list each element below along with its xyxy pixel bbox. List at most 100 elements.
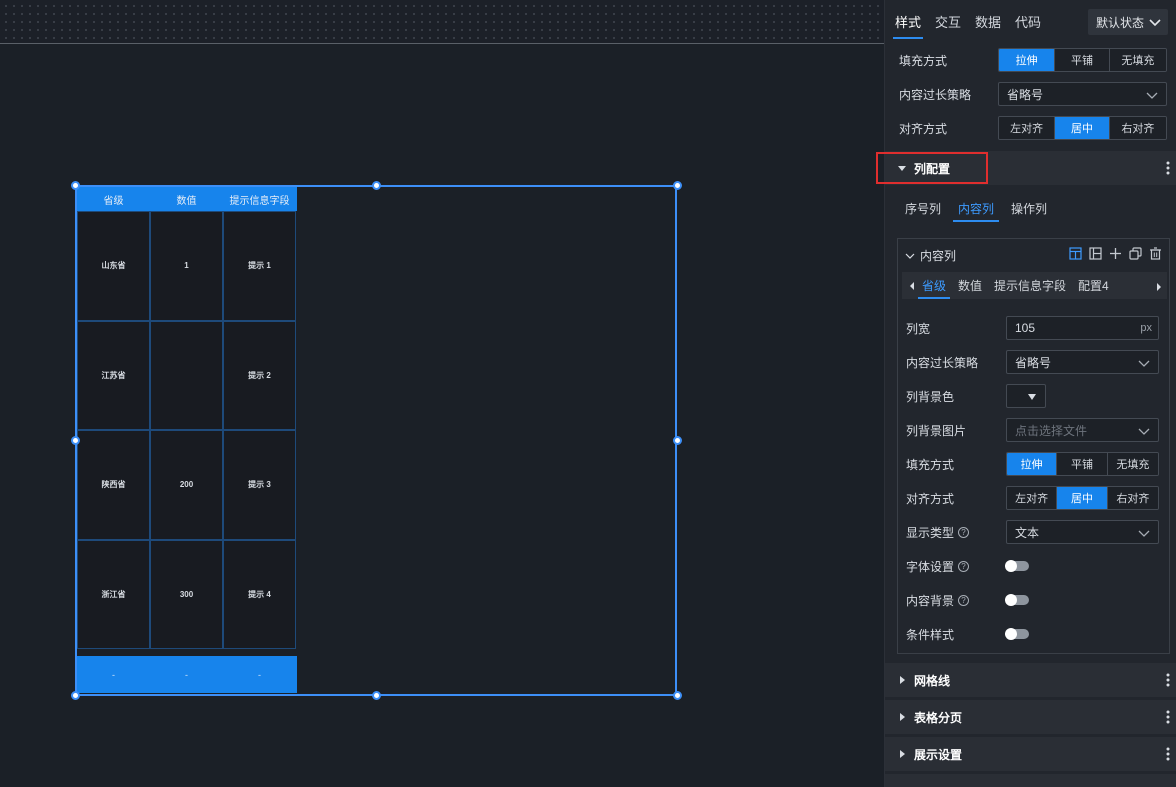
content-bg-label: 内容背景? [906,592,970,609]
copy-icon[interactable] [1125,247,1145,260]
cond-style-label: 条件样式 [906,627,955,642]
field-tab-config4[interactable]: 配置4 [1078,272,1109,299]
resize-handle-left[interactable] [71,436,80,445]
field-tabs: 省级 数值 提示信息字段 配置4 [902,272,1167,299]
property-panel: 样式 交互 数据 代码 默认状态 填充方式 拉伸 平铺 无填充 内容过长策略 省… [884,0,1176,787]
cond-style-toggle[interactable] [1005,628,1029,640]
layout-columns-icon[interactable] [1065,247,1085,260]
content-column-box: 内容列 省级 数值 提示信息字段 配置4 列宽 105 px 内容过长策略 省略… [897,238,1170,654]
col-bg-image-placeholder: 点击选择文件 [1015,423,1088,438]
resize-handle-right[interactable] [673,436,682,445]
fill-tile-button[interactable]: 平铺 [1055,49,1110,71]
col-align-left-button[interactable]: 左对齐 [1007,487,1058,509]
col-fill-label: 填充方式 [906,457,955,472]
align-right-button[interactable]: 右对齐 [1109,117,1166,139]
col-fill-stretch-button[interactable]: 拉伸 [1007,453,1058,475]
tab-interaction[interactable]: 交互 [935,0,961,42]
content-column-header[interactable]: 内容列 [904,247,956,264]
col-bg-color-picker[interactable] [1006,384,1046,408]
help-icon[interactable]: ? [958,594,970,606]
help-icon[interactable]: ? [958,560,970,572]
caret-left-icon[interactable] [902,281,922,291]
col-align-label: 对齐方式 [906,491,955,506]
content-bg-row: 内容背景? [898,583,1171,617]
col-bg-image-label: 列背景图片 [906,423,967,438]
col-align-center-button[interactable]: 居中 [1057,487,1108,509]
content-bg-toggle[interactable] [1005,594,1029,606]
chevron-down-icon [905,253,915,259]
layout-grid-icon[interactable] [1085,247,1105,260]
overflow-select[interactable]: 省略号 [998,82,1167,106]
field-tab-tip[interactable]: 提示信息字段 [994,272,1066,299]
section-pagination[interactable]: 表格分页 [885,700,1176,734]
more-vertical-icon[interactable] [1166,709,1170,725]
col-fill-none-button[interactable]: 无填充 [1107,453,1158,475]
resize-handle-top[interactable] [372,181,381,190]
resize-handle-top-left[interactable] [71,181,80,190]
tab-data[interactable]: 数据 [975,0,1001,42]
col-width-unit: px [1140,322,1152,334]
tab-action-column[interactable]: 操作列 [1011,200,1047,222]
more-vertical-icon[interactable] [1166,160,1170,176]
font-setting-label: 字体设置? [906,558,970,575]
display-type-label: 显示类型? [906,524,970,541]
col-bg-image-select[interactable]: 点击选择文件 [1006,418,1159,442]
tab-code[interactable]: 代码 [1015,0,1041,42]
selection-frame[interactable] [75,185,677,696]
resize-handle-bottom[interactable] [372,691,381,700]
more-vertical-icon[interactable] [1166,746,1170,762]
fill-mode-row: 填充方式 拉伸 平铺 无填充 [885,43,1176,77]
align-left-button[interactable]: 左对齐 [999,117,1056,139]
align-row: 对齐方式 左对齐 居中 右对齐 [885,111,1176,145]
state-select-value: 默认状态 [1096,15,1145,30]
section-title: 展示设置 [914,747,963,762]
app-root: 省级 数值 提示信息字段 山东省 1 提示 1 江苏省 提示 2 陕西省 200… [0,0,1176,787]
tab-style[interactable]: 样式 [892,0,924,42]
tab-content-column[interactable]: 内容列 [953,200,1000,222]
column-type-tabs: 序号列 内容列 操作列 [905,200,1064,222]
section-title: 网格线 [914,673,951,688]
col-bg-color-row: 列背景色 [898,379,1171,413]
content-bg-text: 内容背景 [906,593,955,608]
col-overflow-select[interactable]: 省略号 [1006,350,1159,374]
fill-none-button[interactable]: 无填充 [1109,49,1166,71]
col-width-input[interactable]: 105 px [1006,316,1159,340]
section-display-settings[interactable]: 展示设置 [885,737,1176,771]
trash-icon[interactable] [1145,247,1165,260]
help-icon[interactable]: ? [958,526,970,538]
caret-right-icon [900,676,905,684]
font-setting-toggle[interactable] [1005,560,1029,572]
more-vertical-icon[interactable] [1166,672,1170,688]
caret-right-icon [900,750,905,758]
section-grid-lines[interactable]: 网格线 [885,663,1176,697]
display-type-text: 显示类型 [906,525,955,540]
resize-handle-bottom-left[interactable] [71,691,80,700]
caret-right-icon[interactable] [1155,281,1163,295]
col-width-row: 列宽 105 px [898,311,1171,345]
tab-index-column[interactable]: 序号列 [905,200,941,222]
resize-handle-top-right[interactable] [673,181,682,190]
col-align-right-button[interactable]: 右对齐 [1107,487,1158,509]
font-setting-row: 字体设置? [898,549,1171,583]
caret-right-icon [900,713,905,721]
plus-icon[interactable] [1105,247,1125,260]
editor-canvas[interactable]: 省级 数值 提示信息字段 山东省 1 提示 1 江苏省 提示 2 陕西省 200… [0,0,884,787]
col-overflow-label: 内容过长策略 [906,355,979,370]
cond-style-row: 条件样式 [898,617,1171,651]
field-tab-value[interactable]: 数值 [958,272,982,299]
col-fill-tile-button[interactable]: 平铺 [1057,453,1108,475]
fill-mode-segment: 拉伸 平铺 无填充 [998,48,1167,72]
col-bg-image-row: 列背景图片 点击选择文件 [898,413,1171,447]
fill-stretch-button[interactable]: 拉伸 [999,49,1056,71]
chevron-down-icon [1149,19,1161,27]
section-partial[interactable] [885,774,1176,787]
display-type-row: 显示类型? 文本 [898,515,1171,549]
state-select[interactable]: 默认状态 [1088,9,1168,35]
display-type-select[interactable]: 文本 [1006,520,1159,544]
overflow-label: 内容过长策略 [899,87,972,102]
font-setting-text: 字体设置 [906,559,955,574]
resize-handle-bottom-right[interactable] [673,691,682,700]
fill-mode-label: 填充方式 [899,53,948,68]
field-tab-province[interactable]: 省级 [917,272,951,299]
align-center-button[interactable]: 居中 [1055,117,1110,139]
